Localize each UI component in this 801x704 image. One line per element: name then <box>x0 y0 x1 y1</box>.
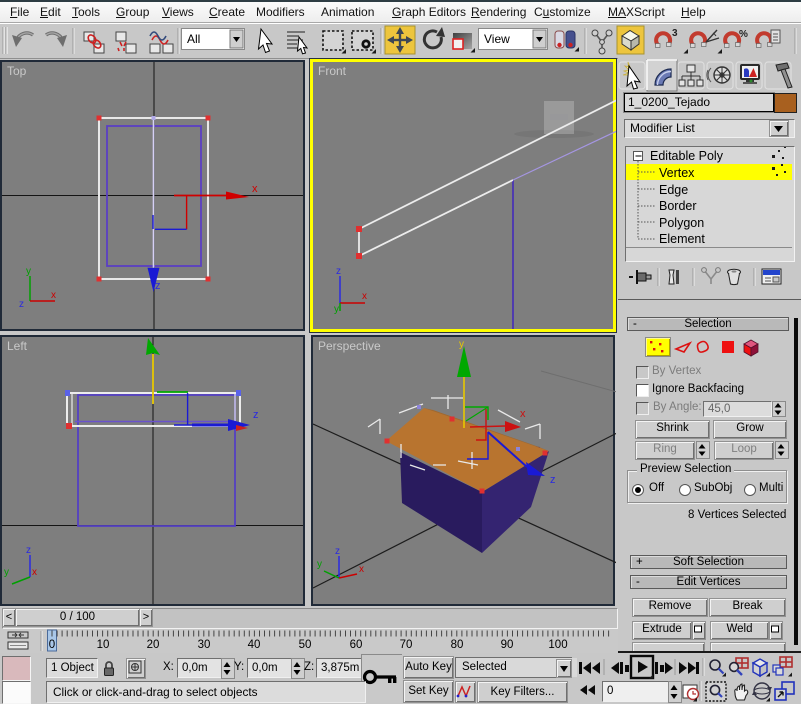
svg-text:z: z <box>335 546 340 557</box>
svg-text:x: x <box>51 290 56 301</box>
svg-text:x: x <box>359 564 364 575</box>
svg-text:z: z <box>26 545 31 556</box>
svg-text:Editable Poly: Editable Poly <box>650 149 724 163</box>
svg-text:y: y <box>317 559 322 570</box>
svg-text:40: 40 <box>248 639 261 651</box>
svg-text:All: All <box>187 32 200 46</box>
svg-text:Polygon: Polygon <box>659 216 704 230</box>
svg-text:z: z <box>19 299 24 310</box>
svg-text:60: 60 <box>350 639 363 651</box>
svg-text:90: 90 <box>501 639 514 651</box>
svg-text:x: x <box>520 408 526 420</box>
svg-text:70: 70 <box>400 639 413 651</box>
svg-text:z: z <box>155 280 161 292</box>
svg-text:x: x <box>252 183 258 195</box>
svg-text:80: 80 <box>451 639 464 651</box>
svg-text:Border: Border <box>659 199 697 213</box>
svg-text:y: y <box>459 339 464 350</box>
svg-text:%: % <box>739 29 748 40</box>
svg-text:z: z <box>336 266 341 277</box>
svg-text:z: z <box>253 409 259 421</box>
svg-text:3: 3 <box>672 28 678 39</box>
svg-text:10: 10 <box>97 639 110 651</box>
svg-text:100: 100 <box>548 639 567 651</box>
svg-text:View: View <box>484 32 510 46</box>
svg-text:30: 30 <box>198 639 211 651</box>
svg-text:20: 20 <box>147 639 160 651</box>
svg-text:Edge: Edge <box>659 183 688 197</box>
svg-text:y: y <box>334 304 339 315</box>
svg-text:Vertex: Vertex <box>659 166 695 180</box>
svg-text:z: z <box>550 474 556 486</box>
svg-text:x: x <box>362 291 367 302</box>
svg-text:Element: Element <box>659 232 705 246</box>
svg-text:y: y <box>4 567 9 578</box>
svg-text:x: x <box>32 567 37 578</box>
svg-text:0: 0 <box>49 639 55 651</box>
svg-text:50: 50 <box>299 639 312 651</box>
svg-text:y: y <box>26 266 31 277</box>
